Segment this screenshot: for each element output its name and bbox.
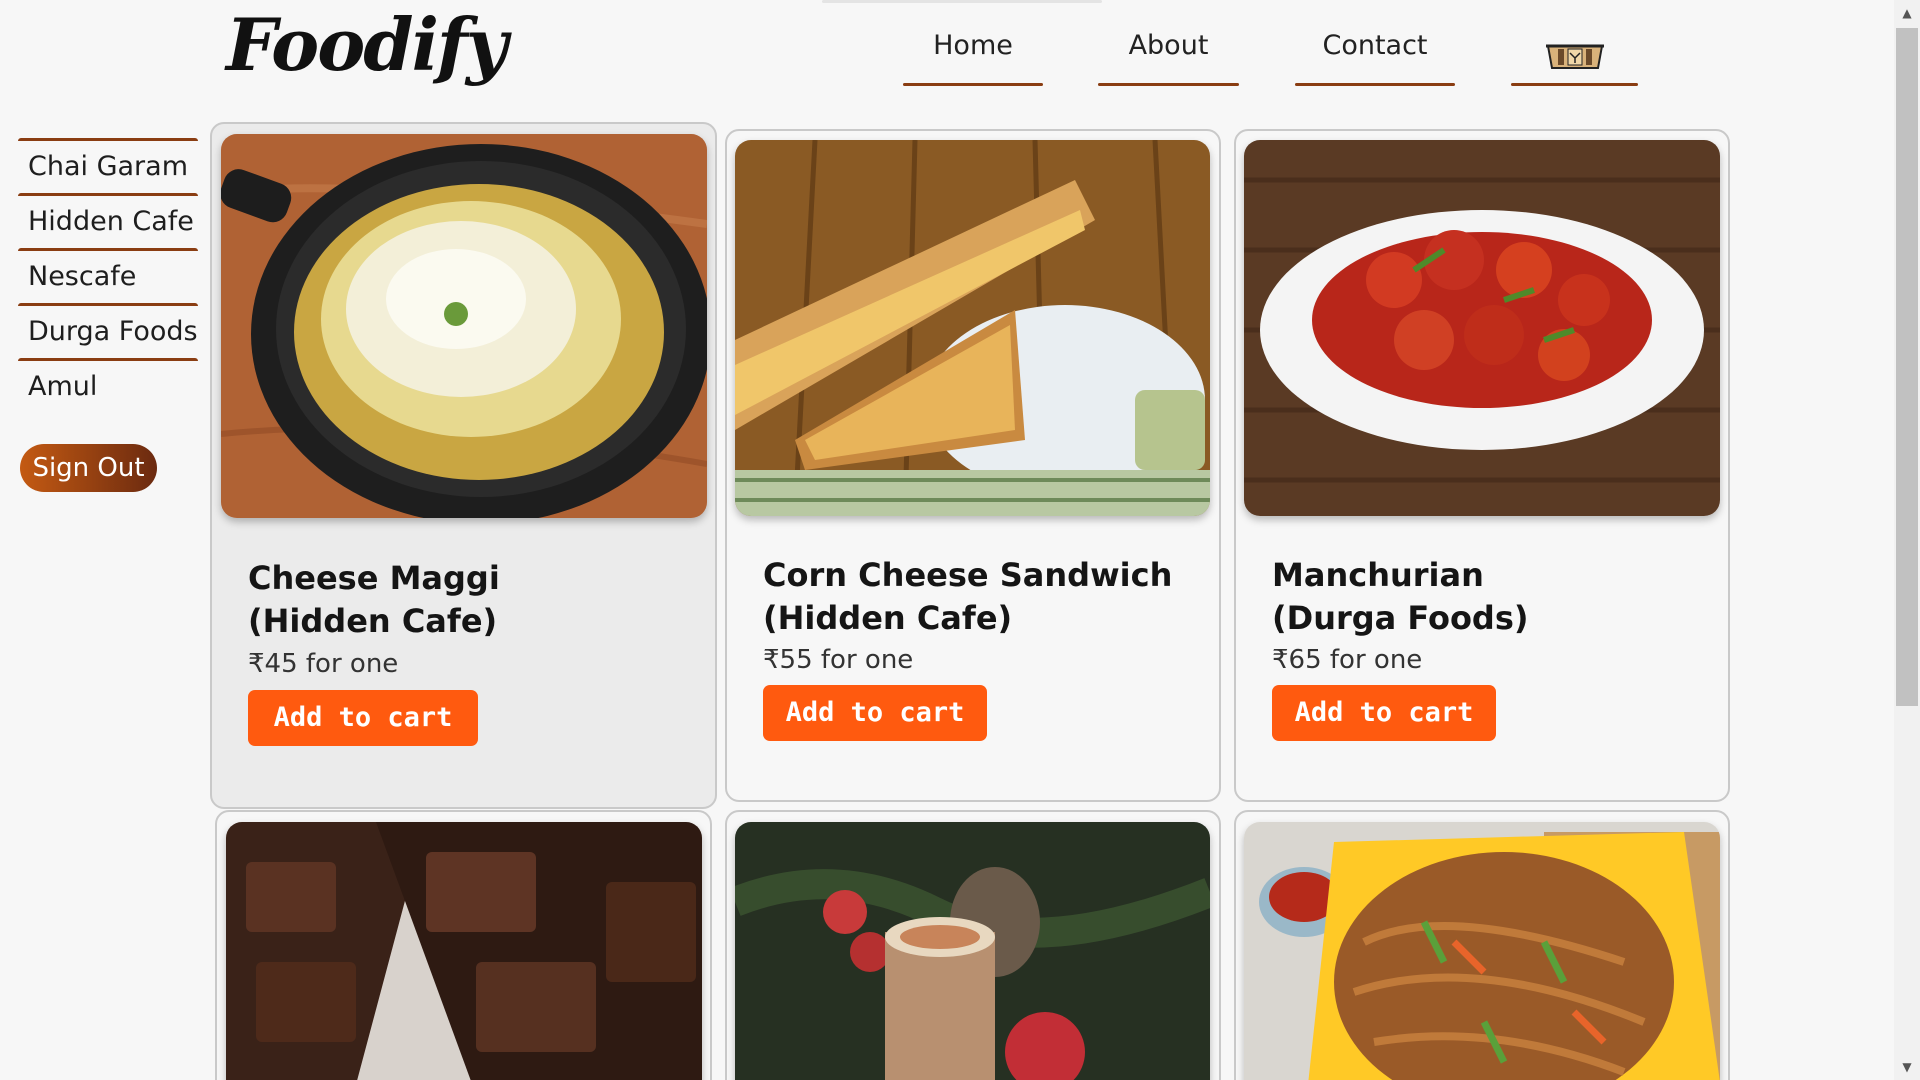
food-name-line2: (Hidden Cafe) [248,602,498,640]
page-scrollbar[interactable]: ▲ ▼ [1894,0,1920,1080]
scroll-up-arrow-icon[interactable]: ▲ [1894,2,1920,24]
food-name-line1: Corn Cheese Sandwich [763,556,1173,594]
manchurian-photo [1244,140,1720,516]
food-price: ₹55 for one [763,645,914,675]
add-to-cart-button[interactable]: Add to cart [763,685,987,741]
sidebar-item-amul[interactable]: Amul [18,358,198,413]
corn-cheese-sandwich-image [735,140,1210,516]
nav-cart[interactable] [1511,24,1638,86]
hakka-noodles-photo [1244,822,1720,1080]
top-edge-shadow [822,0,1102,3]
food-card-cold-coffee[interactable] [725,810,1221,1080]
food-name: Manchurian (Durga Foods) [1272,554,1722,640]
brownie-image [226,822,702,1080]
food-name-line2: (Hidden Cafe) [763,599,1013,637]
food-name: Corn Cheese Sandwich (Hidden Cafe) [763,554,1213,640]
food-price: ₹65 for one [1272,645,1423,675]
food-card-brownie[interactable] [215,810,712,1080]
hakka-noodles-image [1244,822,1720,1080]
brownie-photo [226,822,702,1080]
food-name-line2: (Durga Foods) [1272,599,1529,637]
cold-coffee-image [735,822,1210,1080]
restaurant-sidebar: Chai Garam Hidden Cafe Nescafe Durga Foo… [18,138,198,413]
food-card-cheese-maggi[interactable]: Cheese Maggi (Hidden Cafe) ₹45 for one A… [210,122,717,809]
nav-home[interactable]: Home [903,24,1043,86]
nav-contact-label: Contact [1322,30,1428,61]
manchurian-image [1244,140,1720,516]
food-name: Cheese Maggi (Hidden Cafe) [248,557,708,643]
nav-home-label: Home [933,30,1013,61]
add-to-cart-button[interactable]: Add to cart [1272,685,1496,741]
sidebar-item-hidden-cafe[interactable]: Hidden Cafe [18,193,198,248]
cart-icon [1545,44,1604,69]
cold-coffee-photo [735,822,1210,1080]
food-name-line1: Cheese Maggi [248,559,500,597]
add-to-cart-button[interactable]: Add to cart [248,690,478,746]
brand-logo[interactable]: Foodify [226,2,508,87]
sidebar-item-durga-foods[interactable]: Durga Foods [18,303,198,358]
page: Foodify Home About Contact Chai Garam Hi… [0,0,1920,1080]
food-card-manchurian[interactable]: Manchurian (Durga Foods) ₹65 for one Add… [1234,129,1730,802]
sign-out-button[interactable]: Sign Out [20,444,157,492]
scroll-down-arrow-icon[interactable]: ▼ [1894,1056,1920,1078]
cheese-maggi-photo [221,134,707,518]
food-name-line1: Manchurian [1272,556,1484,594]
scrollbar-thumb[interactable] [1896,28,1918,706]
cheese-maggi-image [221,134,707,518]
nav-contact[interactable]: Contact [1295,24,1455,86]
nav-about-label: About [1128,30,1209,61]
nav-about[interactable]: About [1098,24,1239,86]
sidebar-item-nescafe[interactable]: Nescafe [18,248,198,303]
food-price: ₹45 for one [248,649,399,679]
corn-cheese-sandwich-photo [735,140,1210,516]
food-card-corn-cheese-sandwich[interactable]: Corn Cheese Sandwich (Hidden Cafe) ₹55 f… [725,129,1221,802]
food-card-hakka-noodles[interactable] [1234,810,1730,1080]
sidebar-item-chai-garam[interactable]: Chai Garam [18,138,198,193]
